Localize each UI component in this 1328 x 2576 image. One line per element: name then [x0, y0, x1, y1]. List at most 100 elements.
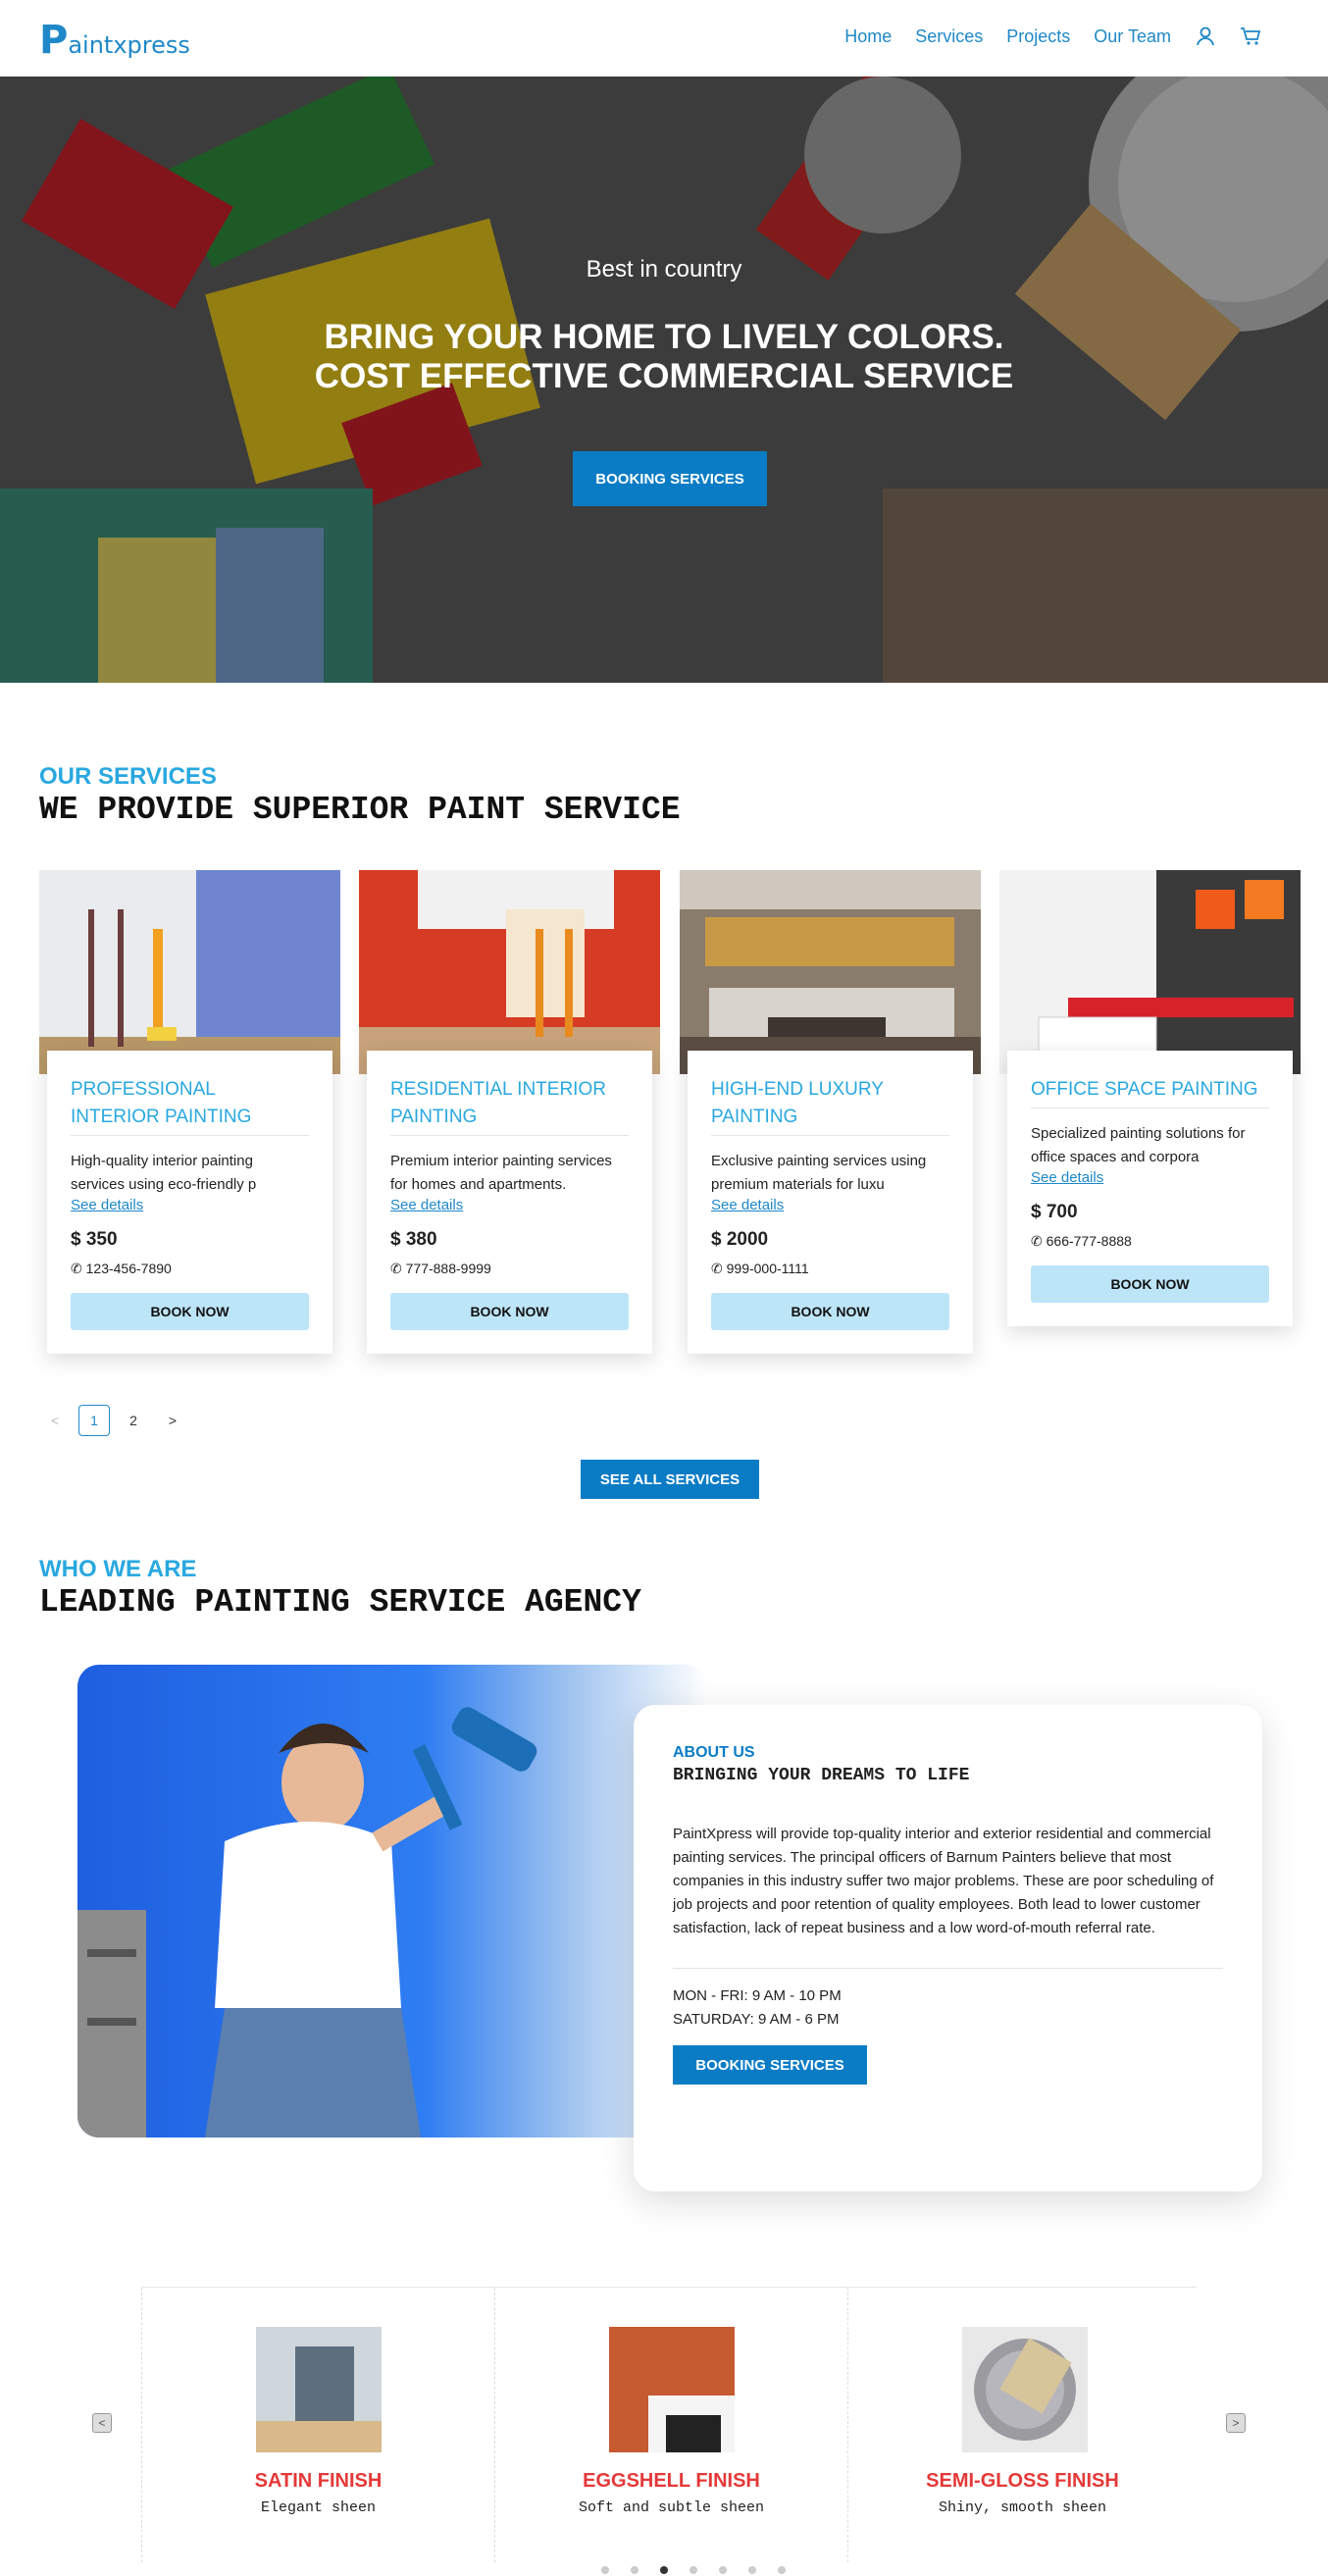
service-phone: ✆ 999-000-1111	[711, 1261, 949, 1277]
finish-description: Elegant sheen	[260, 2499, 377, 2516]
phone-number: 666-777-8888	[1046, 1233, 1132, 1249]
book-now-button[interactable]: BOOK NOW	[71, 1293, 309, 1330]
about-booking-button[interactable]: BOOKING SERVICES	[673, 2045, 867, 2085]
about-card-title: BRINGING YOUR DREAMS TO LIFE	[673, 1766, 970, 1785]
finish-item-eggshell[interactable]: EGGSHELL FINISH Soft and subtle sheen	[494, 2288, 847, 2562]
finish-description: Soft and subtle sheen	[578, 2499, 765, 2516]
service-price: $ 700	[1031, 1202, 1078, 1222]
service-card-body: OFFICE SPACE PAINTING Specialized painti…	[1007, 1051, 1293, 1326]
book-now-button[interactable]: BOOK NOW	[390, 1293, 629, 1330]
finish-image	[256, 2327, 382, 2452]
about-image	[77, 1665, 707, 2138]
pagination-page-2[interactable]: 2	[118, 1405, 149, 1436]
logo[interactable]: Paintxpress	[39, 18, 190, 63]
finish-image	[609, 2327, 735, 2452]
finish-description: Shiny, smooth sheen	[938, 2499, 1107, 2516]
hero-booking-button[interactable]: BOOKING SERVICES	[573, 451, 767, 506]
service-price: $ 2000	[711, 1229, 769, 1250]
nav-link-projects[interactable]: Projects	[1006, 26, 1070, 47]
service-card-body: PROFESSIONAL INTERIOR PAINTING High-qual…	[47, 1051, 332, 1354]
service-card-body: HIGH-END LUXURY PAINTING Exclusive paint…	[688, 1051, 973, 1354]
services-pagination: < 1 2 >	[39, 1405, 188, 1436]
service-phone: ✆ 123-456-7890	[71, 1261, 309, 1277]
service-description: Specialized painting solutions for offic…	[1031, 1125, 1246, 1165]
carousel-dot[interactable]	[748, 2566, 756, 2574]
service-phone: ✆ 666-777-8888	[1031, 1233, 1269, 1250]
about-heading: LEADING PAINTING SERVICE AGENCY	[39, 1584, 641, 1621]
finish-name: SATIN FINISH	[254, 2470, 383, 2492]
finish-name: SEMI-GLOSS FINISH	[926, 2470, 1119, 2492]
phone-icon: ✆	[1031, 1233, 1047, 1249]
carousel-dot[interactable]	[719, 2566, 727, 2574]
carousel-dot-active[interactable]	[660, 2566, 668, 2574]
cart-icon[interactable]	[1240, 26, 1261, 47]
finish-item-semi-gloss[interactable]: SEMI-GLOSS FINISH Shiny, smooth sheen	[847, 2288, 1197, 2562]
phone-icon: ✆	[390, 1261, 406, 1276]
phone-number: 999-000-1111	[726, 1261, 809, 1276]
service-title[interactable]: RESIDENTIAL INTERIOR PAINTING	[390, 1076, 629, 1136]
user-icon[interactable]	[1195, 26, 1216, 47]
finish-name: EGGSHELL FINISH	[583, 2470, 760, 2492]
service-phone: ✆ 777-888-9999	[390, 1261, 629, 1277]
about-kicker: WHO WE ARE	[39, 1556, 197, 1582]
nav-link-services[interactable]: Services	[915, 26, 983, 47]
book-now-button[interactable]: BOOK NOW	[1031, 1265, 1269, 1303]
logo-initial: P	[39, 18, 69, 63]
logo-text: aintxpress	[68, 31, 190, 59]
phone-icon: ✆	[711, 1261, 727, 1276]
pagination-prev-icon[interactable]: <	[39, 1405, 71, 1436]
finish-carousel: SATIN FINISH Elegant sheen EGGSHELL FINI…	[141, 2287, 1197, 2562]
finish-image	[962, 2327, 1088, 2452]
service-description: High-quality interior painting services …	[71, 1153, 257, 1193]
phone-icon: ✆	[71, 1261, 86, 1276]
service-title[interactable]: HIGH-END LUXURY PAINTING	[711, 1076, 949, 1136]
services-heading: WE PROVIDE SUPERIOR PAINT SERVICE	[39, 792, 681, 828]
service-image	[999, 870, 1301, 1074]
pagination-next-icon[interactable]: >	[157, 1405, 188, 1436]
see-all-services-button[interactable]: SEE ALL SERVICES	[581, 1460, 759, 1499]
nav-link-home[interactable]: Home	[844, 26, 892, 47]
phone-number: 777-888-9999	[405, 1261, 491, 1276]
hero-subtitle: Best in country	[586, 256, 742, 283]
see-details-link[interactable]: See details	[71, 1197, 309, 1213]
nav-link-our-team[interactable]: Our Team	[1094, 26, 1171, 47]
carousel-dot[interactable]	[631, 2566, 638, 2574]
finish-item-satin[interactable]: SATIN FINISH Elegant sheen	[141, 2288, 494, 2562]
phone-number: 123-456-7890	[85, 1261, 172, 1276]
nav-menu: Home Services Projects Our Team	[844, 26, 1261, 47]
service-title[interactable]: PROFESSIONAL INTERIOR PAINTING	[71, 1076, 309, 1136]
hero-title-line-1: BRING YOUR HOME TO LIVELY COLORS.	[324, 318, 1004, 356]
hero-banner: Best in country BRING YOUR HOME TO LIVEL…	[0, 77, 1328, 683]
service-image	[359, 870, 660, 1074]
carousel-prev-icon[interactable]: <	[92, 2413, 112, 2433]
see-details-link[interactable]: See details	[711, 1197, 949, 1213]
carousel-dot[interactable]	[690, 2566, 697, 2574]
service-description: Exclusive painting services using premiu…	[711, 1153, 927, 1193]
service-card-body: RESIDENTIAL INTERIOR PAINTING Premium in…	[367, 1051, 652, 1354]
hours-saturday: SATURDAY: 9 AM - 6 PM	[673, 2011, 840, 2028]
service-price: $ 380	[390, 1229, 437, 1250]
hours-weekday: MON - FRI: 9 AM - 10 PM	[673, 1987, 842, 2004]
service-image	[39, 870, 340, 1074]
carousel-dot[interactable]	[601, 2566, 609, 2574]
services-kicker: OUR SERVICES	[39, 763, 217, 790]
about-card: ABOUT US BRINGING YOUR DREAMS TO LIFE Pa…	[634, 1705, 1262, 2191]
see-details-link[interactable]: See details	[390, 1197, 629, 1213]
hero-title: BRING YOUR HOME TO LIVELY COLORS. COST E…	[0, 318, 1328, 396]
about-divider	[673, 1968, 1223, 1969]
carousel-next-icon[interactable]: >	[1226, 2413, 1246, 2433]
carousel-dot[interactable]	[778, 2566, 786, 2574]
pagination-page-1[interactable]: 1	[78, 1405, 110, 1436]
carousel-dots	[601, 2566, 786, 2574]
see-details-link[interactable]: See details	[1031, 1169, 1269, 1186]
book-now-button[interactable]: BOOK NOW	[711, 1293, 949, 1330]
service-image	[680, 870, 981, 1074]
service-price: $ 350	[71, 1229, 118, 1250]
top-nav: Paintxpress Home Services Projects Our T…	[0, 0, 1328, 77]
service-description: Premium interior painting services for h…	[390, 1153, 612, 1193]
opening-hours: MON - FRI: 9 AM - 10 PM SATURDAY: 9 AM -…	[673, 1984, 1223, 2032]
hero-title-line-2: COST EFFECTIVE COMMERCIAL SERVICE	[314, 357, 1014, 395]
about-body-text: PaintXpress will provide top-quality int…	[673, 1826, 1214, 1936]
service-title[interactable]: OFFICE SPACE PAINTING	[1031, 1076, 1269, 1108]
about-us-label: ABOUT US	[673, 1744, 755, 1761]
